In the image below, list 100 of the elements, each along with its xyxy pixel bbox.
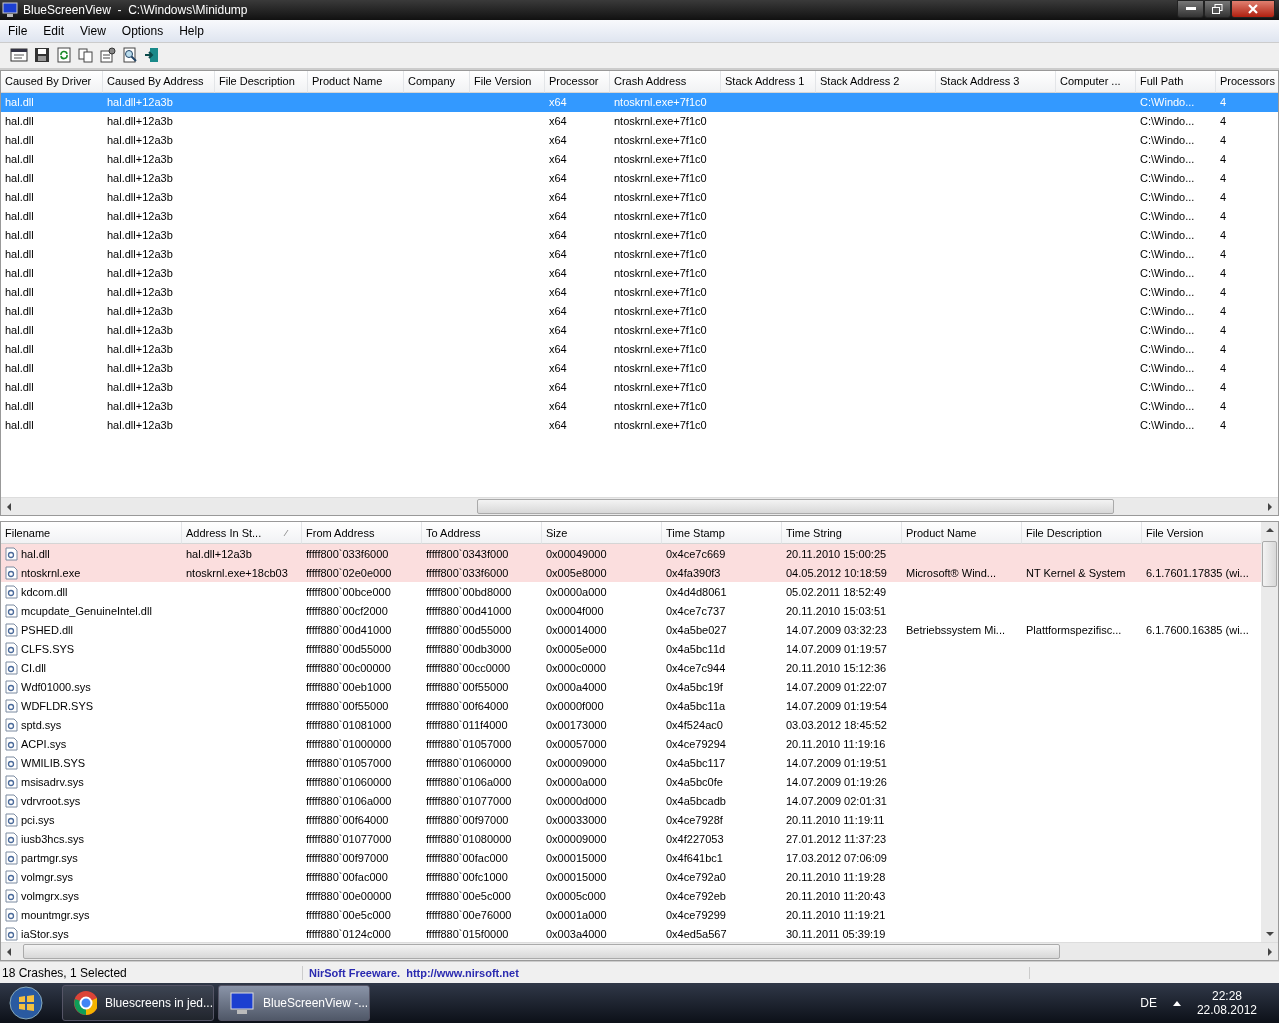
column-header[interactable]: Time String [782, 522, 902, 545]
table-row[interactable]: hal.dll hal.dll+12a3b x64 ntoskrnl.exe+7f1c0 C:\Windo... 4 [1, 282, 1278, 302]
column-header[interactable]: Product Name [902, 522, 1022, 545]
horizontal-scrollbar[interactable] [1, 497, 1278, 516]
table-row[interactable]: vdrvroot.sys fffff880`0106a000 fffff880`01077000 0x0000d000 0x4a5bcadb 14.07.2009 02:01:31 [1, 791, 1261, 811]
column-header[interactable]: Processor [545, 70, 610, 93]
column-header[interactable]: To Address [422, 522, 542, 545]
table-cell: ntoskrnl.exe+7f1c0 [614, 115, 707, 128]
table-row[interactable]: CI.dll fffff880`00c00000 fffff880`00cc0000 0x000c0000 0x4ce7c944 20.11.2010 15:12:36 [1, 658, 1261, 678]
table-row[interactable]: hal.dll hal.dll+12a3b x64 ntoskrnl.exe+7f1c0 C:\Windo... 4 [1, 225, 1278, 245]
table-row[interactable]: hal.dll hal.dll+12a3b x64 ntoskrnl.exe+7f1c0 C:\Windo... 4 [1, 358, 1278, 378]
column-header[interactable]: Full Path [1136, 70, 1216, 93]
copy-icon[interactable] [78, 47, 94, 64]
column-header[interactable]: Computer ... [1056, 70, 1136, 93]
document-settings-icon[interactable] [100, 47, 116, 64]
table-cell: 0x00014000 [546, 623, 607, 636]
scroll-thumb[interactable] [23, 944, 1060, 960]
column-header[interactable]: Address In St... [182, 522, 302, 545]
scroll-thumb[interactable] [1262, 541, 1277, 588]
column-header[interactable]: Stack Address 1 [721, 70, 816, 93]
exit-icon[interactable] [144, 47, 160, 64]
table-row[interactable]: PSHED.dll fffff880`00d41000 fffff880`00d55000 0x00014000 0x4a5be027 14.07.2009 03:32:23 Betriebssystem Mi... Plattformspezifisc... 6.1.7600.16385 (wi... [1, 620, 1261, 640]
table-row[interactable]: hal.dll hal.dll+12a3b x64 ntoskrnl.exe+7f1c0 C:\Windo... 4 [1, 263, 1278, 283]
table-row[interactable]: kdcom.dll fffff800`00bce000 fffff800`00bd8000 0x0000a000 0x4d4d8061 05.02.2011 18:52:49 [1, 582, 1261, 602]
column-header[interactable]: Product Name [308, 70, 404, 93]
table-row[interactable]: hal.dll hal.dll+12a3b x64 ntoskrnl.exe+7f1c0 C:\Windo... 4 [1, 244, 1278, 264]
table-row[interactable]: mountmgr.sys fffff880`00e5c000 fffff880`00e76000 0x0001a000 0x4ce79299 20.11.2010 11:19:21 [1, 905, 1261, 925]
table-row[interactable]: hal.dll hal.dll+12a3b x64 ntoskrnl.exe+7f1c0 C:\Windo... 4 [1, 149, 1278, 169]
column-header[interactable]: File Version [470, 70, 545, 93]
table-row[interactable]: volmgr.sys fffff880`00fac000 fffff880`00fc1000 0x00015000 0x4ce792a0 20.11.2010 11:19:28 [1, 867, 1261, 887]
menu-item[interactable]: File [0, 23, 36, 38]
restore-button[interactable] [1204, 0, 1231, 18]
scroll-thumb[interactable] [477, 499, 1114, 515]
table-row[interactable]: hal.dll hal.dll+12a3b x64 ntoskrnl.exe+7f1c0 C:\Windo... 4 [1, 320, 1278, 340]
table-row[interactable]: hal.dll hal.dll+12a3b x64 ntoskrnl.exe+7f1c0 C:\Windo... 4 [1, 168, 1278, 188]
column-header[interactable]: Filename [1, 522, 182, 545]
table-row[interactable]: hal.dll hal.dll+12a3b x64 ntoskrnl.exe+7f1c0 C:\Windo... 4 [1, 415, 1278, 435]
column-header[interactable]: File Description [1022, 522, 1142, 545]
scroll-left-icon[interactable] [6, 502, 12, 511]
table-row[interactable]: msisadrv.sys fffff880`01060000 fffff880`0106a000 0x0000a000 0x4a5bc0fe 14.07.2009 01:19:26 [1, 772, 1261, 792]
table-row[interactable]: iusb3hcs.sys fffff880`01077000 fffff880`01080000 0x00009000 0x4f227053 27.01.2012 11:37:23 [1, 829, 1261, 849]
table-row[interactable]: hal.dll hal.dll+12a3b x64 ntoskrnl.exe+7f1c0 C:\Windo... 4 [1, 206, 1278, 226]
caret-icon[interactable] [1172, 1000, 1181, 1007]
table-cell: 0x0000a000 [546, 775, 607, 788]
table-row[interactable]: mcupdate_GenuineIntel.dll fffff880`00cf2000 fffff880`00d41000 0x0004f000 0x4ce7c737 20.11.2010 15:03:51 [1, 601, 1261, 621]
scroll-down-icon[interactable] [1265, 931, 1274, 938]
credit-link[interactable]: NirSoft Freeware. http://www.nirsoft.net [303, 966, 1030, 979]
table-row[interactable]: hal.dll hal.dll+12a3b x64 ntoskrnl.exe+7f1c0 C:\Windo... 4 [1, 301, 1278, 321]
table-row[interactable]: CLFS.SYS fffff880`00d55000 fffff880`00db3000 0x0005e000 0x4a5bc11d 14.07.2009 01:19:57 [1, 639, 1261, 659]
scroll-right-icon[interactable] [1267, 502, 1273, 511]
menu-item[interactable]: Options [113, 23, 172, 38]
language-indicator[interactable]: DE [1140, 996, 1157, 1011]
column-header[interactable]: Stack Address 3 [936, 70, 1056, 93]
table-row[interactable]: WDFLDR.SYS fffff880`00f55000 fffff880`00f64000 0x0000f000 0x4a5bc11a 14.07.2009 01:19:54 [1, 696, 1261, 716]
taskbar-button[interactable]: BlueScreenView -... [218, 985, 370, 1022]
refresh-icon[interactable] [56, 47, 72, 64]
column-header[interactable]: Time Stamp [662, 522, 782, 545]
column-header[interactable]: File Description [215, 70, 308, 93]
table-row[interactable]: ntoskrnl.exe ntoskrnl.exe+18cb03 fffff800`02e0e000 fffff800`033f6000 0x005e8000 0x4fa390f3 04.05.2012 10:18:59 Microsoft® Wind... NT Kernel & System 6.1.7601.17835 (wi... [1, 563, 1261, 583]
column-header[interactable]: Stack Address 2 [816, 70, 936, 93]
start-button[interactable] [8, 985, 44, 1022]
column-header[interactable]: Caused By Address [103, 70, 215, 93]
table-row[interactable]: hal.dll hal.dll+12a3b x64 ntoskrnl.exe+7f1c0 C:\Windo... 4 [1, 339, 1278, 359]
scroll-left-icon[interactable] [6, 947, 12, 956]
minimize-button[interactable] [1177, 0, 1204, 18]
table-row[interactable]: volmgrx.sys fffff880`00e00000 fffff880`00e5c000 0x0005c000 0x4ce792eb 20.11.2010 11:20:43 [1, 886, 1261, 906]
search-icon[interactable] [122, 47, 138, 64]
scroll-right-icon[interactable] [1267, 947, 1273, 956]
vertical-scrollbar[interactable] [1261, 522, 1278, 943]
column-header[interactable]: Caused By Driver [1, 70, 103, 93]
menu-item[interactable]: Edit [35, 23, 73, 38]
table-row[interactable]: ACPI.sys fffff880`01000000 fffff880`01057000 0x00057000 0x4ce79294 20.11.2010 11:19:16 [1, 734, 1261, 754]
table-row[interactable]: iaStor.sys fffff880`0124c000 fffff880`015f0000 0x003a4000 0x4ed5a567 30.11.2011 05:39:19 [1, 924, 1261, 943]
scroll-up-icon[interactable] [1265, 527, 1274, 534]
menu-item[interactable]: View [72, 23, 114, 38]
table-row[interactable]: hal.dll hal.dll+12a3b x64 ntoskrnl.exe+7f1c0 C:\Windo... 4 [1, 187, 1278, 207]
horizontal-scrollbar[interactable] [1, 942, 1278, 961]
table-cell: 0x00049000 [546, 547, 607, 560]
menu-item[interactable]: Help [171, 23, 212, 38]
table-cell: C:\Windo... [1140, 419, 1195, 432]
table-row[interactable]: hal.dll hal.dll+12a3b x64 ntoskrnl.exe+7f1c0 C:\Windo... 4 [1, 130, 1278, 150]
column-header[interactable]: Size [542, 522, 662, 545]
table-row[interactable]: Wdf01000.sys fffff880`00eb1000 fffff880`00f55000 0x000a4000 0x4a5bc19f 14.07.2009 01:22:07 [1, 677, 1261, 697]
taskbar-button[interactable]: Bluescreens in jed... [62, 985, 214, 1022]
column-header[interactable]: Company [404, 70, 470, 93]
table-cell: C:\Windo... [1140, 324, 1195, 337]
table-row[interactable]: hal.dll hal.dll+12a3b x64 ntoskrnl.exe+7f1c0 C:\Windo... 4 [1, 396, 1278, 416]
table-row[interactable]: hal.dll hal.dll+12a3b x64 ntoskrnl.exe+7f1c0 C:\Windo... 4 [1, 111, 1278, 131]
table-row[interactable]: pci.sys fffff880`00f64000 fffff880`00f97000 0x00033000 0x4ce7928f 20.11.2010 11:19:11 [1, 810, 1261, 830]
table-row[interactable]: WMILIB.SYS fffff880`01057000 fffff880`01060000 0x00009000 0x4a5bc117 14.07.2009 01:19:51 [1, 753, 1261, 773]
table-row[interactable]: partmgr.sys fffff880`00f97000 fffff880`00fac000 0x00015000 0x4f641bc1 17.03.2012 07:06:09 [1, 848, 1261, 868]
table-row[interactable]: hal.dll hal.dll+12a3b fffff800`033f6000 fffff800`0343f000 0x00049000 0x4ce7c669 20.11.2010 15:00:25 [1, 544, 1261, 564]
column-header[interactable]: From Address [302, 522, 422, 545]
table-cell: hal.dll+12a3b [107, 153, 173, 166]
save-icon[interactable] [34, 47, 50, 64]
table-row[interactable]: sptd.sys fffff880`01081000 fffff880`011f4000 0x00173000 0x4f524ac0 03.03.2012 18:45:52 [1, 715, 1261, 735]
table-row[interactable]: hal.dll hal.dll+12a3b x64 ntoskrnl.exe+7f1c0 C:\Windo... 4 [1, 377, 1278, 397]
properties-window-icon[interactable] [10, 47, 28, 64]
close-button[interactable] [1231, 0, 1275, 18]
column-header[interactable]: Crash Address [610, 70, 721, 93]
